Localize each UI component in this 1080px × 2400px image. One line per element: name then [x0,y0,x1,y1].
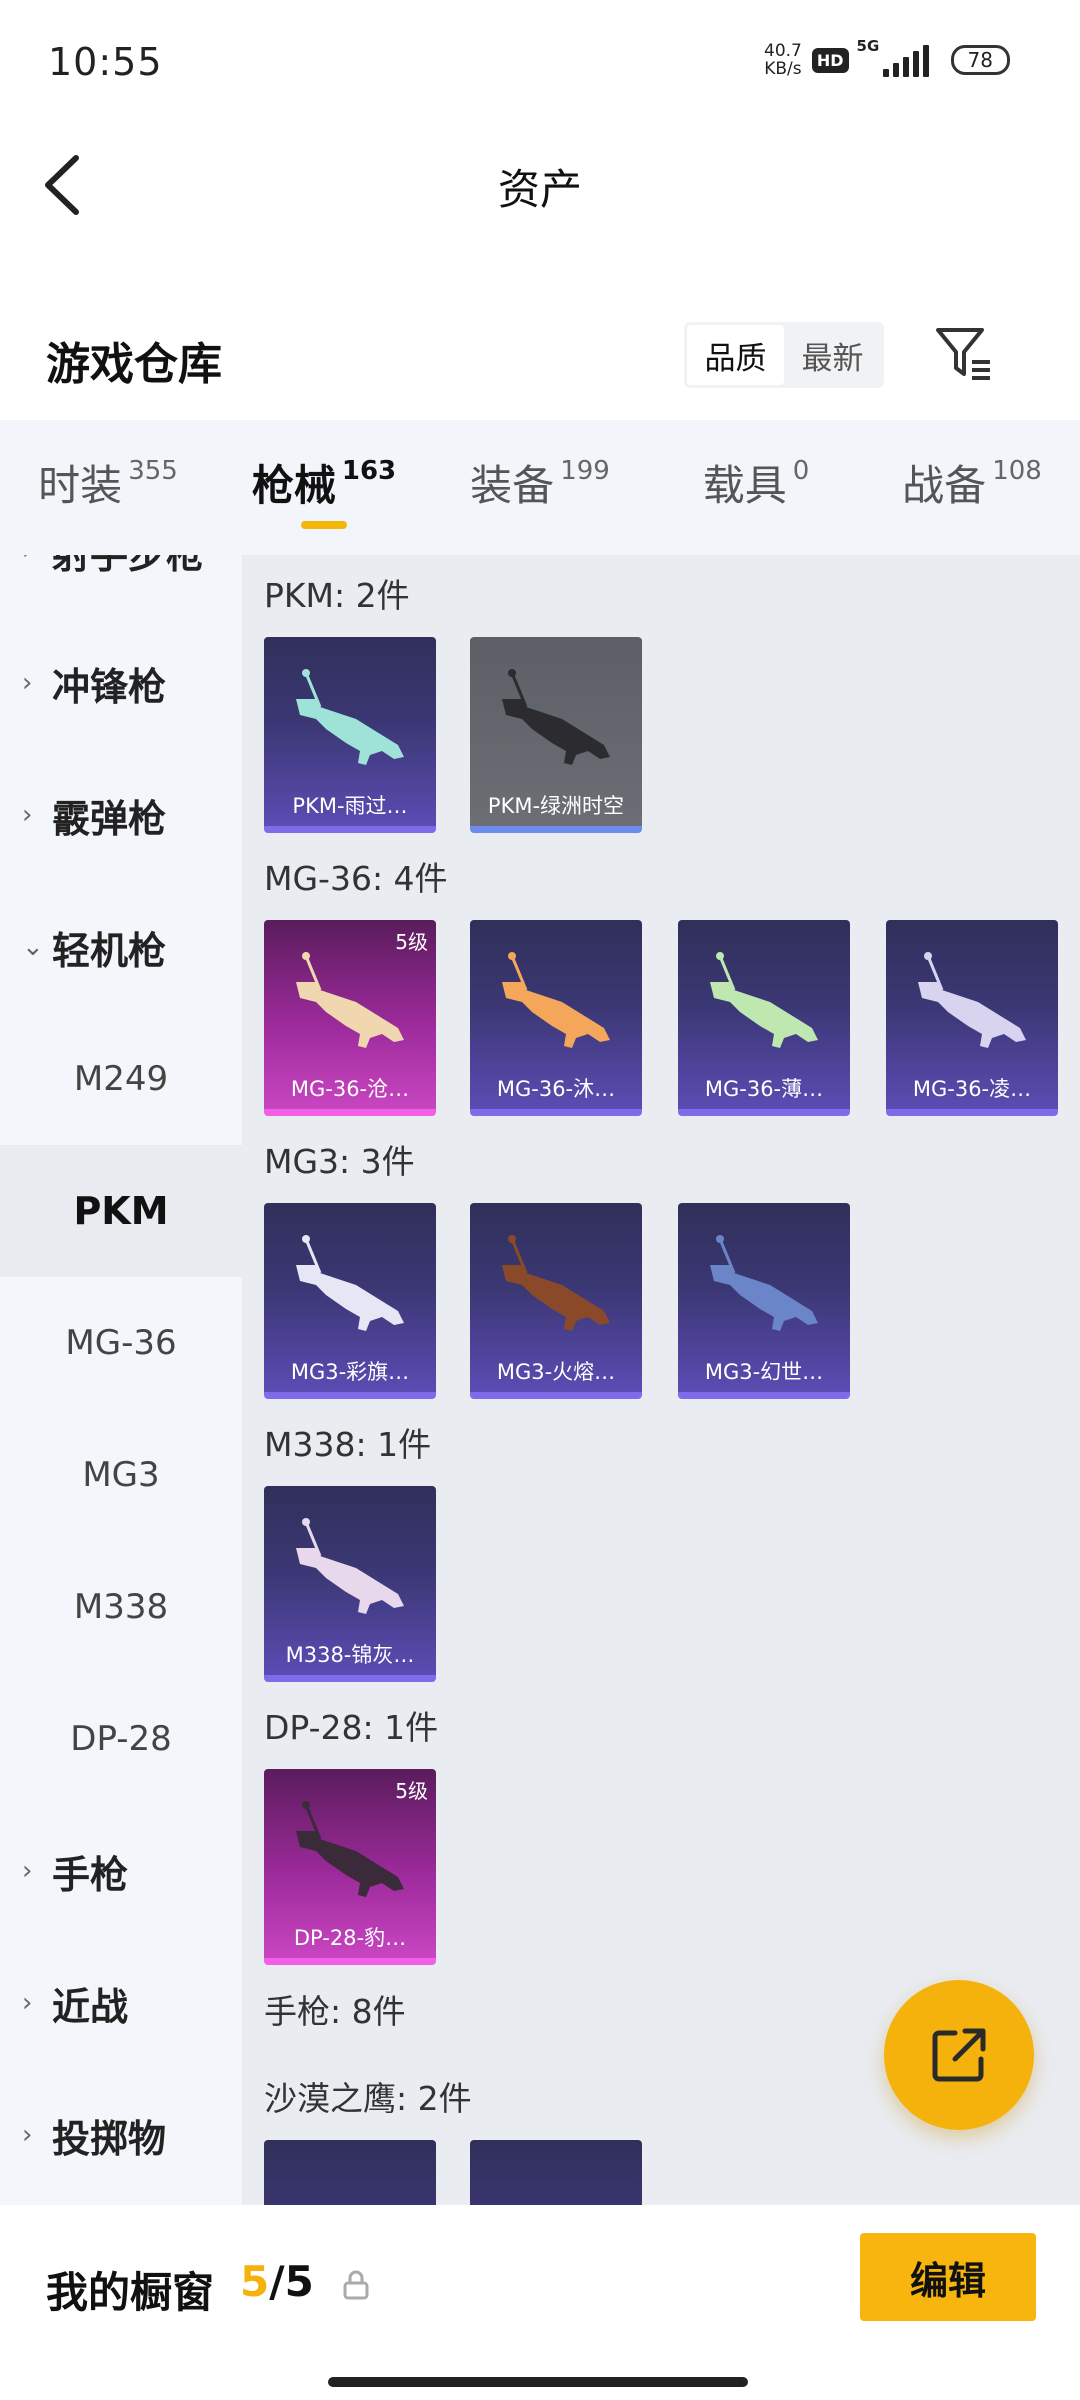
sidebar-sub-mg3[interactable]: MG3 [0,1409,242,1541]
skin-card[interactable]: 5级 MG-36-沧… [264,920,436,1116]
sidebar-sub-pkm[interactable]: PKM [0,1145,242,1277]
group-title-m338: M338: 1件 [264,1425,432,1464]
battery-icon: 78 [950,45,1010,75]
sidebar-item-smg[interactable]: › 冲锋枪 [0,617,242,749]
page-title: 资产 [497,165,582,214]
chevron-down-icon: ⌄ [22,932,44,962]
group-title-mg3: MG3: 3件 [264,1142,415,1181]
share-button[interactable] [884,1980,1034,2130]
signal-icon: 5G [857,37,929,77]
skin-card[interactable]: MG3-幻世… [678,1203,850,1399]
skin-card[interactable]: MG-36-凌… [886,920,1058,1116]
chevron-right-icon: › [22,668,33,698]
group-title-pkm: PKM: 2件 [264,576,410,615]
rifle-icon [294,950,406,1050]
rifle-icon [500,1233,612,1333]
tab-firearms[interactable]: 枪械 163 [216,420,432,555]
skin-card[interactable]: 5级 DP-28-豹… [264,1769,436,1965]
rifle-icon [500,667,612,767]
active-tab-indicator [301,521,347,529]
status-time: 10:55 [48,40,163,84]
edit-button[interactable]: 编辑 [860,2233,1036,2321]
home-indicator [328,2377,748,2387]
weapon-category-sidebar: ›射手步枪 ›冲锋枪 ›霰弹枪 ⌄轻机枪 M249 PKM MG-36 MG3 … [0,555,242,2205]
sidebar-item-lmg[interactable]: ⌄ 轻机枪 [0,881,242,1013]
rifle-icon [294,667,406,767]
skin-card[interactable]: MG-36-沐… [470,920,642,1116]
sidebar-item-pistol[interactable]: › 手枪 [0,1805,242,1937]
category-tabs: 时装 355 枪械 163 装备 199 载具 0 战备 108 [0,420,1080,555]
showcase-bar: 我的橱窗 5/5 编辑 [0,2205,1080,2400]
tab-vehicles[interactable]: 载具 0 [648,420,864,555]
rifle-icon [294,1516,406,1616]
tab-supplies[interactable]: 战备 108 [864,420,1080,555]
share-icon [932,2028,986,2082]
sidebar-sub-mg36[interactable]: MG-36 [0,1277,242,1409]
lock-icon [343,2270,369,2300]
network-speed: 40.7 KB/s [764,41,802,79]
group-title-mg36: MG-36: 4件 [264,859,448,898]
skin-card[interactable]: MG3-彩旗… [264,1203,436,1399]
chevron-right-icon: › [22,2120,33,2150]
status-icons: 40.7 KB/s HD 5G 78 [764,37,1010,79]
showcase-count: 5/5 [240,2257,314,2306]
rifle-icon [708,950,820,1050]
status-bar: 10:55 40.7 KB/s HD 5G 78 [0,0,1080,130]
chevron-right-icon: › [22,555,52,566]
sidebar-item-shotgun[interactable]: › 霰弹枪 [0,749,242,881]
warehouse-title: 游戏仓库 [46,339,222,390]
sidebar-sub-dp28[interactable]: DP-28 [0,1673,242,1805]
weapon-skin-grid: PKM: 2件 PKM-雨过… PKM-绿洲时空 MG-36: 4件 5级 MG… [242,555,1080,2205]
sort-toggle: 品质 最新 [684,322,884,388]
rifle-icon [708,1233,820,1333]
skin-card[interactable]: M338-锦灰… [264,1486,436,1682]
group-title-desert-eagle: 沙漠之鹰: 2件 [264,2079,472,2118]
chevron-right-icon: › [22,1988,33,2018]
tab-equipment[interactable]: 装备 199 [432,420,648,555]
skin-card[interactable]: PKM-雨过… [264,637,436,833]
sidebar-item-melee[interactable]: › 近战 [0,1937,242,2069]
sidebar-sub-m249[interactable]: M249 [0,1013,242,1145]
showcase-label: 我的橱窗 [46,2268,215,2317]
filter-button[interactable] [932,322,996,386]
chevron-right-icon: › [22,800,33,830]
skin-card[interactable]: PKM-绿洲时空 [470,637,642,833]
warehouse-header: 游戏仓库 品质 最新 [0,300,1080,420]
group-title-pistol: 手枪: 8件 [264,1992,406,2031]
group-title-dp28: DP-28: 1件 [264,1708,439,1747]
network-type: 5G [856,37,880,55]
chevron-right-icon: › [22,1856,33,1886]
skin-card[interactable] [264,2140,436,2205]
hd-icon: HD [811,47,849,73]
sidebar-item-throwables[interactable]: › 投掷物 [0,2069,242,2201]
skin-card[interactable]: MG-36-薄… [678,920,850,1116]
app-header: 资产 [0,130,1080,240]
tab-fashion[interactable]: 时装 355 [0,420,216,555]
rifle-icon [916,950,1028,1050]
skin-card[interactable]: MG3-火熔… [470,1203,642,1399]
rifle-icon [500,950,612,1050]
sidebar-item-marksman-rifle[interactable]: ›射手步枪 [0,555,242,617]
sidebar-sub-m338[interactable]: M338 [0,1541,242,1673]
sort-newest-button[interactable]: 最新 [784,325,881,385]
filter-icon [936,328,990,380]
sort-quality-button[interactable]: 品质 [687,325,784,385]
rifle-icon [294,1233,406,1333]
skin-card[interactable] [470,2140,642,2205]
rifle-icon [294,1799,406,1899]
